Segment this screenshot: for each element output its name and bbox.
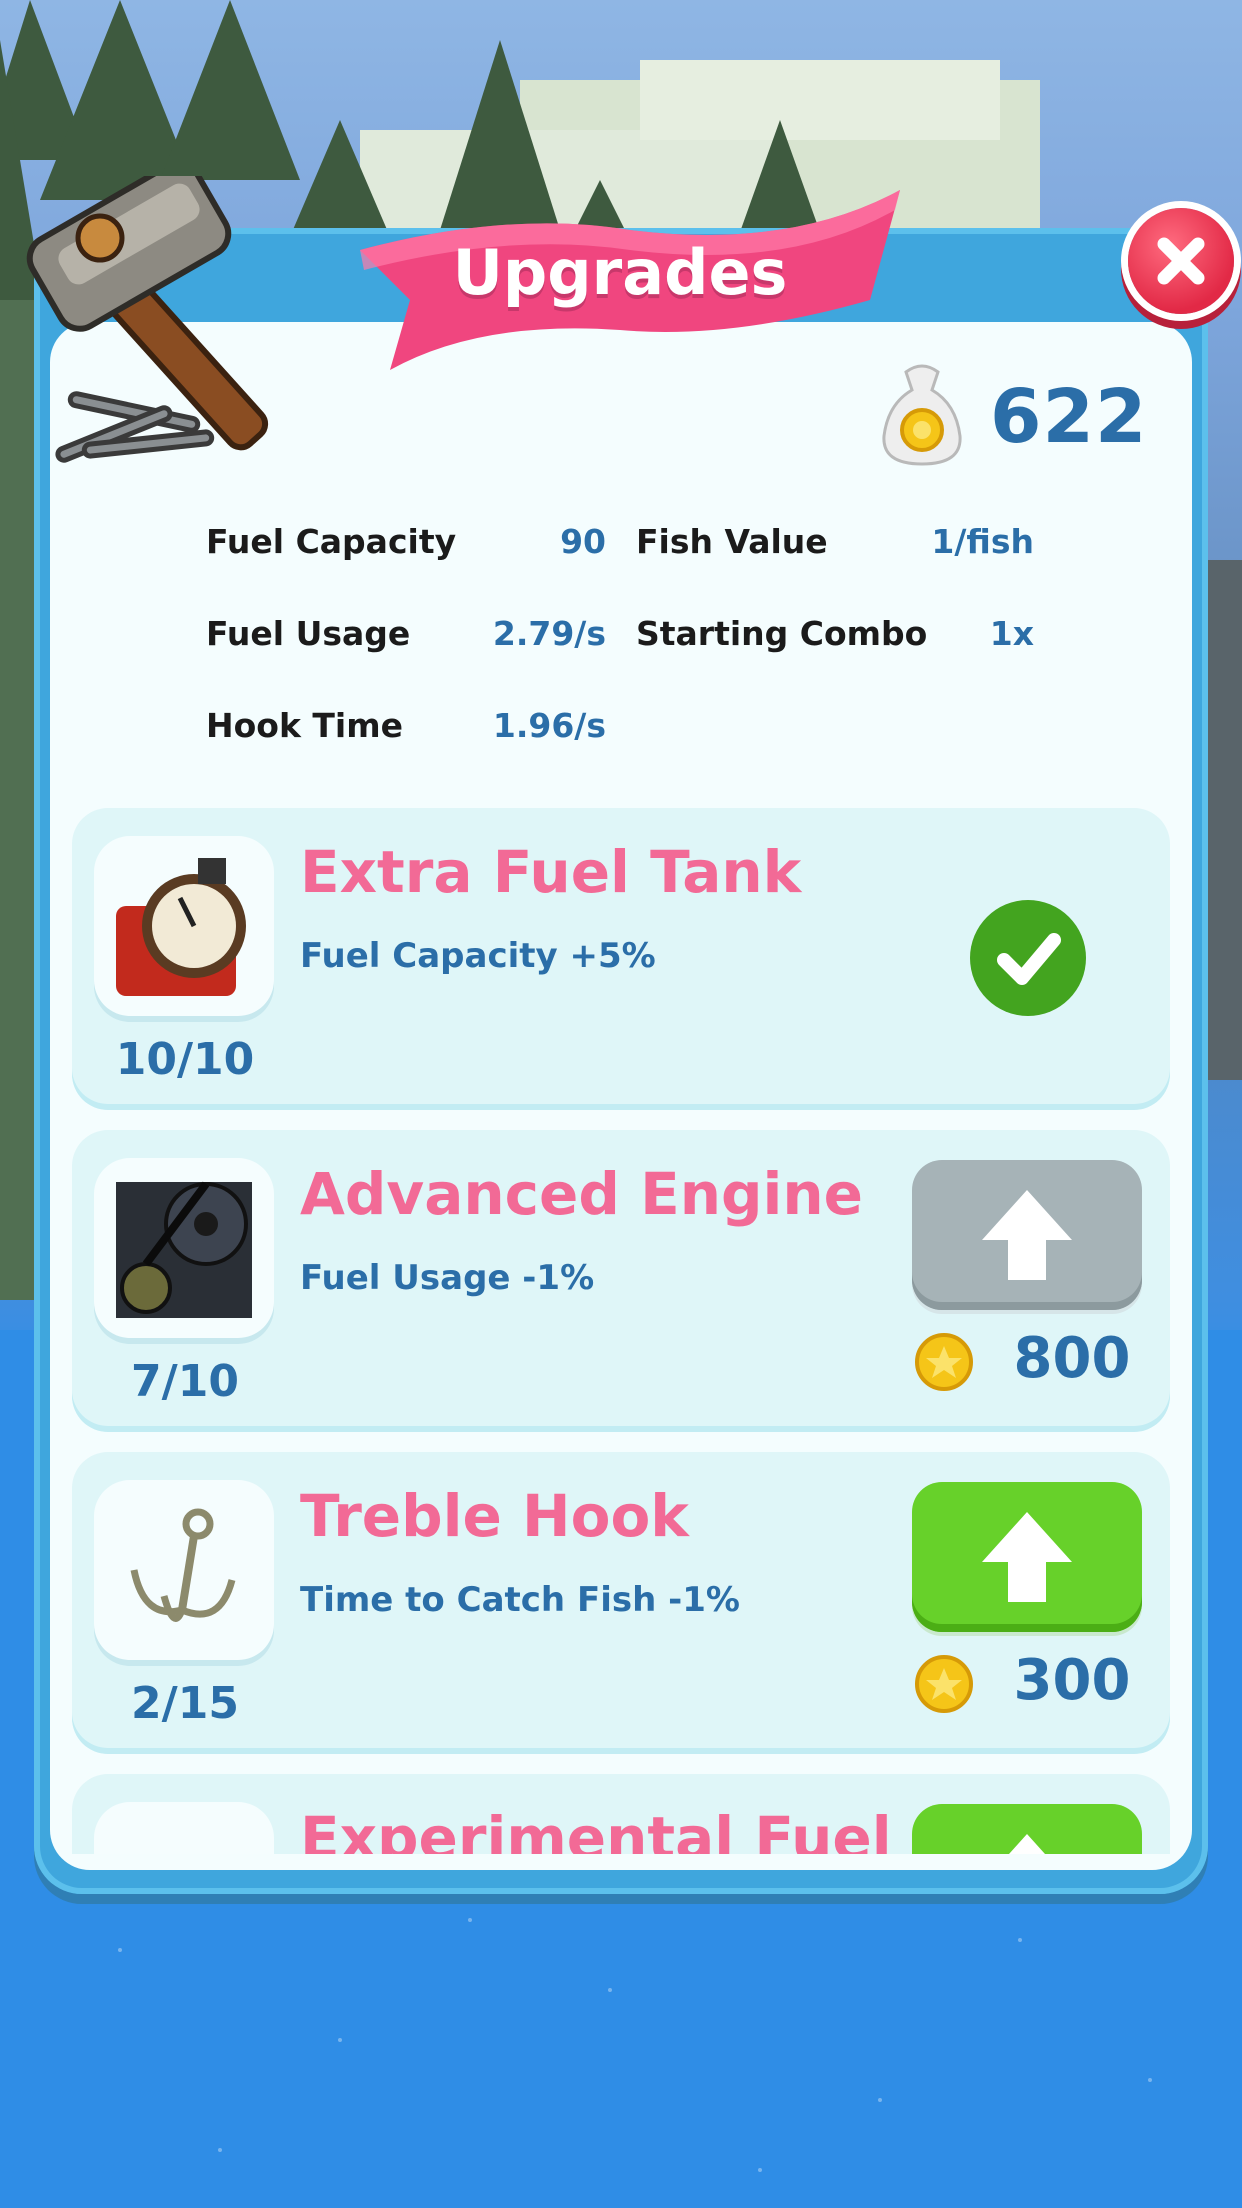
upgrade-name: Advanced Engine	[300, 1160, 864, 1228]
engine-icon-frame	[94, 1158, 274, 1338]
upgrade-effect: Time to Catch Fish -1%	[300, 1580, 740, 1620]
stat-label-hook-time: Hook Time	[206, 706, 403, 745]
stat-label-fuel-usage: Fuel Usage	[206, 614, 411, 653]
stat-value-starting-combo: 1x	[989, 614, 1034, 653]
coin-icon	[915, 1333, 973, 1391]
stat-value-fish-value: 1/fish	[931, 522, 1034, 561]
upgrade-card-extra-fuel-tank: 10/10 Extra Fuel Tank Fuel Capacity +5%	[72, 808, 1170, 1110]
upgrade-level: 7/10	[131, 1356, 239, 1407]
upgrade-card-advanced-engine: 7/10 Advanced Engine Fuel Usage -1% 800	[72, 1130, 1170, 1432]
stat-label-fuel-capacity: Fuel Capacity	[206, 522, 457, 561]
upgrade-effect: Fuel Usage -1%	[300, 1258, 595, 1298]
upgrade-price: 300	[1013, 1648, 1131, 1713]
engine-icon	[116, 1181, 252, 1318]
close-button[interactable]	[1128, 208, 1234, 314]
stat-value-fuel-usage: 2.79/s	[492, 614, 606, 653]
stat-value-fuel-capacity: 90	[560, 522, 606, 561]
stat-value-hook-time: 1.96/s	[492, 706, 606, 745]
coin-icon	[915, 1655, 973, 1713]
upgrade-button-disabled[interactable]	[912, 1160, 1142, 1310]
currency-amount: 622	[990, 374, 1148, 460]
upgrade-price: 800	[1013, 1326, 1131, 1391]
coin-bag-icon	[882, 364, 962, 466]
fuel-tank-icon	[116, 858, 246, 996]
upgrade-card-experimental-fuel: Experimental Fuel	[72, 1774, 1170, 1854]
stat-label-fish-value: Fish Value	[636, 522, 828, 561]
treble-hook-icon-frame	[94, 1480, 274, 1660]
upgrade-name: Experimental Fuel	[300, 1804, 892, 1854]
upgrade-name: Extra Fuel Tank	[300, 838, 802, 906]
fuel-icon	[94, 1802, 274, 1854]
treble-hook-icon	[130, 1508, 236, 1622]
upgrade-button[interactable]	[912, 1482, 1142, 1632]
fuel-tank-icon-frame	[94, 836, 274, 1016]
page-title: Upgrades	[452, 236, 788, 309]
arrow-up-icon	[982, 1190, 1072, 1280]
hammer-icon	[26, 176, 269, 463]
maxed-check-badge	[970, 900, 1086, 1016]
upgrade-effect: Fuel Capacity +5%	[300, 936, 656, 976]
upgrade-name: Treble Hook	[300, 1482, 689, 1550]
upgrade-card-treble-hook: 2/15 Treble Hook Time to Catch Fish -1% …	[72, 1452, 1170, 1754]
close-icon	[1157, 237, 1205, 285]
title-ribbon: Upgrades	[330, 190, 910, 370]
arrow-up-icon	[982, 1512, 1072, 1602]
arrow-up-icon	[1009, 1834, 1045, 1854]
upgrade-button[interactable]	[912, 1804, 1142, 1854]
upgrade-level: 2/15	[131, 1678, 239, 1729]
checkmark-icon	[997, 933, 1061, 985]
upgrade-level: 10/10	[115, 1034, 255, 1085]
upgrade-card-clip: Experimental Fuel	[72, 1774, 1170, 1854]
